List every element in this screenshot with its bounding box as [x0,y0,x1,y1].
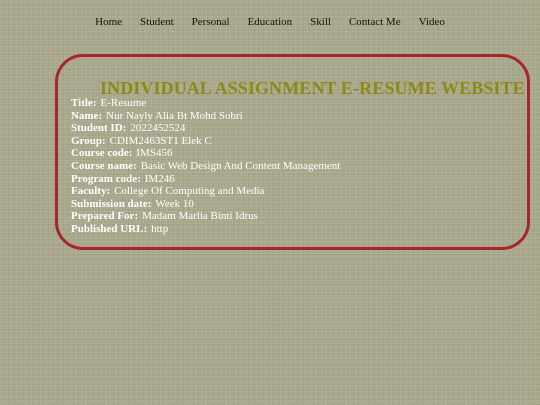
detail-value: IM246 [144,172,175,185]
detail-value: Nur Nayly Alia Bt Mohd Sobri [106,109,243,122]
detail-label: Prepared For: [71,210,139,223]
detail-value: Madam Marlia Binti Idrus [142,210,258,223]
detail-name: Name: Nur Nayly Alia Bt Mohd Sobri [71,110,340,123]
detail-label: Course name: [71,159,137,172]
nav-link-video[interactable]: Video [410,15,454,29]
detail-label: Group: [71,134,106,147]
nav-link-personal[interactable]: Personal [183,15,239,29]
detail-published-url: Published URL: http [71,223,340,236]
assignment-info-card: INDIVIDUAL ASSIGNMENT E-RESUME WEBSITE T… [55,54,530,250]
detail-label: Course code: [71,147,133,160]
detail-value: CDIM2463ST1 Elek C [109,134,212,147]
detail-value: Week 10 [155,197,194,210]
detail-faculty: Faculty: College Of Computing and Media [71,185,340,198]
detail-label: Faculty: [71,185,111,198]
detail-course-name: Course name: Basic Web Design And Content… [71,160,340,173]
detail-value: College Of Computing and Media [114,185,265,198]
nav-link-skill[interactable]: Skill [301,15,340,29]
detail-group: Group: CDIM2463ST1 Elek C [71,135,340,148]
detail-label: Title: [71,97,97,109]
detail-course-code: Course code: IMS456 [71,147,340,160]
page-title: INDIVIDUAL ASSIGNMENT E-RESUME WEBSITE [100,78,525,98]
detail-label: Program code: [71,172,141,185]
detail-student-id: Student ID: 2022452524 [71,122,340,135]
detail-program-code: Program code: IM246 [71,173,340,186]
top-nav: Home Student Personal Education Skill Co… [0,15,540,29]
nav-link-student[interactable]: Student [131,15,183,29]
detail-label: Submission date: [71,197,152,210]
detail-title: Title: E-Resume [71,97,340,110]
nav-link-education[interactable]: Education [239,15,302,29]
detail-label: Published URL: [71,222,148,235]
detail-value: IMS456 [136,147,173,160]
nav-link-contact-me[interactable]: Contact Me [340,15,410,29]
assignment-details-list: Title: E-Resume Name: Nur Nayly Alia Bt Mo… [71,97,340,236]
nav-link-home[interactable]: Home [86,15,131,29]
detail-value: 2022452524 [130,122,186,135]
detail-label: Student ID: [71,122,127,135]
detail-submission-date: Submission date: Week 10 [71,198,340,211]
detail-label: Name: [71,109,103,122]
detail-value: E-Resume [100,97,147,109]
detail-value: http [151,222,169,235]
detail-value: Basic Web Design And Content Management [140,159,341,172]
detail-prepared-for: Prepared For: Madam Marlia Binti Idrus [71,210,340,223]
